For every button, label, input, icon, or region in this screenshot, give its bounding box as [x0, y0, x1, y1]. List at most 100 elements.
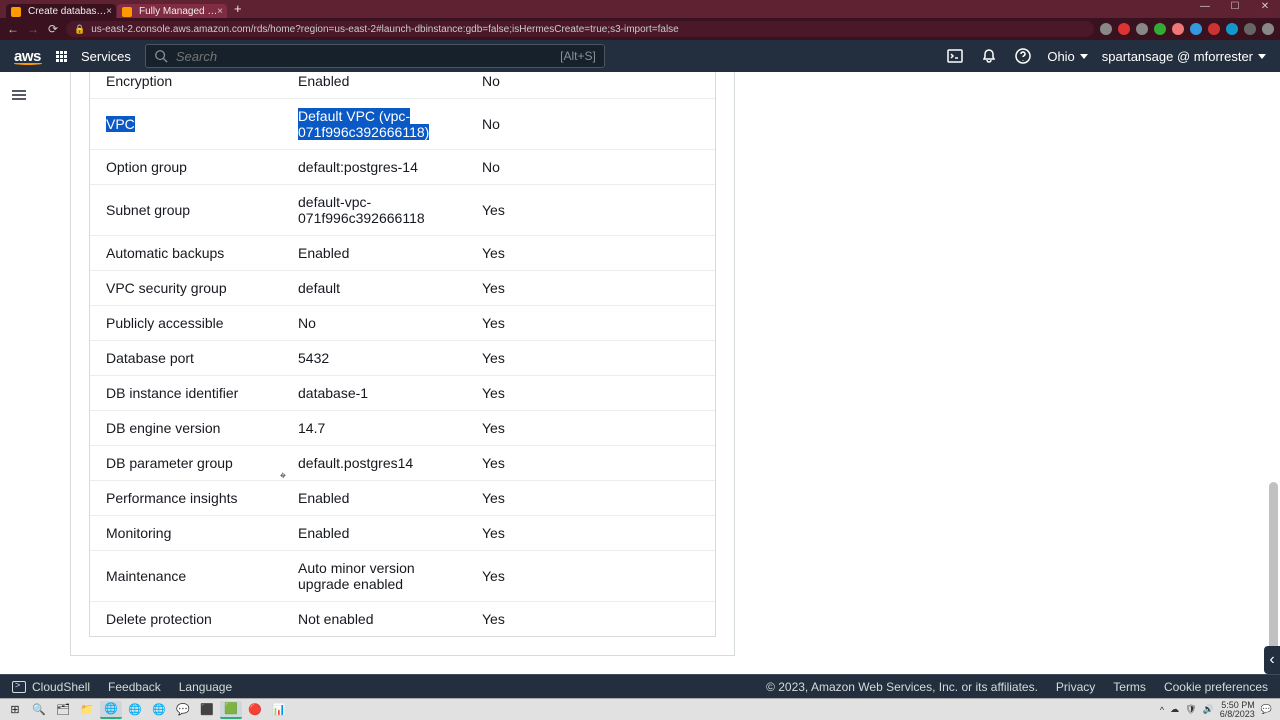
cloudshell-icon	[12, 681, 26, 693]
privacy-link[interactable]: Privacy	[1056, 680, 1095, 694]
config-key: DB engine version	[90, 411, 282, 446]
taskbar-app[interactable]: 🔍	[28, 701, 50, 719]
configuration-table: Encryption Enabled NoVPCDefault VPC (vpc-0…	[90, 72, 715, 636]
config-editable: Yes	[466, 516, 715, 551]
notification-center-icon[interactable]: 💬	[1261, 704, 1272, 715]
config-value: default	[282, 271, 466, 306]
config-value: default:postgres-14	[282, 150, 466, 185]
tray-icon[interactable]: ☁	[1170, 704, 1179, 715]
tray-icon[interactable]: 🛡	[1185, 704, 1196, 715]
search-input[interactable]	[176, 49, 552, 64]
language-link[interactable]: Language	[179, 680, 232, 694]
forward-button[interactable]: →	[26, 22, 40, 36]
chevron-down-icon	[1080, 54, 1088, 59]
config-value: default-vpc-071f996c392666118	[282, 185, 466, 236]
sidebar-toggle[interactable]	[8, 84, 30, 106]
help-icon[interactable]	[1013, 46, 1033, 66]
taskbar-clock[interactable]: 5:50 PM 6/8/2023	[1220, 701, 1255, 719]
user-label: spartansage @ mforrester	[1102, 49, 1253, 64]
feedback-link[interactable]: Feedback	[108, 680, 161, 694]
config-key: DB parameter group	[90, 446, 282, 481]
table-row: VPCDefault VPC (vpc-071f996c392666118)No	[90, 99, 715, 150]
table-row: VPC security groupdefaultYes	[90, 271, 715, 306]
browser-tab-1[interactable]: Fully Managed Relational Datab ×	[117, 4, 227, 18]
ext-icon[interactable]	[1244, 23, 1256, 35]
scroll-thumb[interactable]	[1269, 482, 1278, 662]
taskbar-app[interactable]: 🌐	[124, 701, 146, 719]
lock-icon: 🔒	[74, 24, 85, 35]
cloudshell-icon[interactable]	[945, 46, 965, 66]
favicon-icon	[122, 7, 132, 17]
start-button[interactable]: ⊞	[4, 701, 26, 719]
ext-icon[interactable]	[1172, 23, 1184, 35]
system-tray[interactable]: ^ ☁ 🛡 🔊 5:50 PM 6/8/2023 💬	[1160, 701, 1276, 719]
search-box[interactable]: [Alt+S]	[145, 44, 605, 68]
config-key: Delete protection	[90, 602, 282, 637]
config-editable: Yes	[466, 306, 715, 341]
config-key: DB instance identifier	[90, 376, 282, 411]
cloudshell-button[interactable]: CloudShell	[12, 680, 90, 694]
taskbar-app[interactable]: 🟩	[220, 701, 242, 719]
ext-icon[interactable]	[1154, 23, 1166, 35]
taskbar-app[interactable]: 💬	[172, 701, 194, 719]
search-icon	[154, 49, 168, 63]
config-value: Enabled	[282, 481, 466, 516]
ext-icon[interactable]	[1100, 23, 1112, 35]
config-key: Encryption	[90, 72, 282, 99]
tray-icon[interactable]: 🔊	[1203, 704, 1214, 715]
close-icon[interactable]: ×	[106, 6, 112, 17]
tray-chevron-icon[interactable]: ^	[1160, 705, 1164, 715]
cookie-prefs-link[interactable]: Cookie preferences	[1164, 680, 1268, 694]
ext-icon[interactable]	[1208, 23, 1220, 35]
notifications-icon[interactable]	[979, 46, 999, 66]
page-content: Encryption Enabled NoVPCDefault VPC (vpc-0…	[0, 72, 1280, 685]
region-selector[interactable]: Ohio	[1047, 49, 1087, 64]
scrollbar[interactable]	[1267, 72, 1279, 685]
new-tab-button[interactable]: +	[228, 1, 248, 18]
config-editable: Yes	[466, 185, 715, 236]
config-editable: No	[466, 99, 715, 150]
expand-panel-button[interactable]: ‹	[1264, 646, 1280, 674]
aws-top-nav: aws Services [Alt+S] Ohio spartansage @ …	[0, 40, 1280, 72]
config-key: Option group	[90, 150, 282, 185]
taskbar-app[interactable]: ⬛	[196, 701, 218, 719]
taskbar-app[interactable]: 📊	[268, 701, 290, 719]
taskbar-app[interactable]: 🗂	[52, 701, 74, 719]
config-key: Subnet group	[90, 185, 282, 236]
services-link[interactable]: Services	[81, 49, 131, 64]
taskbar-chrome[interactable]: 🌐	[100, 701, 122, 719]
taskbar-app[interactable]: 📁	[76, 701, 98, 719]
table-row: DB instance identifierdatabase-1Yes	[90, 376, 715, 411]
terms-link[interactable]: Terms	[1113, 680, 1146, 694]
url-input[interactable]: 🔒 us-east-2.console.aws.amazon.com/rds/h…	[66, 21, 1094, 37]
copyright-text: © 2023, Amazon Web Services, Inc. or its…	[766, 680, 1038, 694]
config-value: 5432	[282, 341, 466, 376]
table-row: MonitoringEnabledYes	[90, 516, 715, 551]
close-window-button[interactable]: ✕	[1250, 0, 1280, 16]
chevron-down-icon	[1258, 54, 1266, 59]
config-value: 14.7	[282, 411, 466, 446]
console-footer: CloudShell Feedback Language © 2023, Ama…	[0, 674, 1280, 698]
ext-icon[interactable]	[1136, 23, 1148, 35]
table-row: Subnet groupdefault-vpc-071f996c39266611…	[90, 185, 715, 236]
config-value: Enabled	[282, 236, 466, 271]
ext-icon[interactable]	[1190, 23, 1202, 35]
windows-taskbar: ⊞ 🔍 🗂 📁 🌐 🌐 🌐 💬 ⬛ 🟩 🔴 📊 ^ ☁ 🛡 🔊 5:50 PM …	[0, 698, 1280, 720]
close-icon[interactable]: ×	[217, 6, 223, 17]
maximize-button[interactable]: ☐	[1220, 0, 1250, 16]
aws-logo[interactable]: aws	[14, 48, 42, 65]
taskbar-app[interactable]: 🔴	[244, 701, 266, 719]
config-value: Not enabled	[282, 602, 466, 637]
services-grid-icon[interactable]	[56, 51, 67, 62]
ext-icon[interactable]	[1118, 23, 1130, 35]
chrome-menu-icon[interactable]	[1262, 23, 1274, 35]
taskbar-app[interactable]: 🌐	[148, 701, 170, 719]
account-selector[interactable]: spartansage @ mforrester	[1102, 49, 1266, 64]
config-editable: Yes	[466, 341, 715, 376]
browser-tab-0[interactable]: Create database - RDS Manage ×	[6, 4, 116, 18]
minimize-button[interactable]: —	[1190, 0, 1220, 16]
back-button[interactable]: ←	[6, 22, 20, 36]
config-value: Enabled	[282, 516, 466, 551]
reload-button[interactable]: ⟳	[46, 22, 60, 36]
ext-icon[interactable]	[1226, 23, 1238, 35]
